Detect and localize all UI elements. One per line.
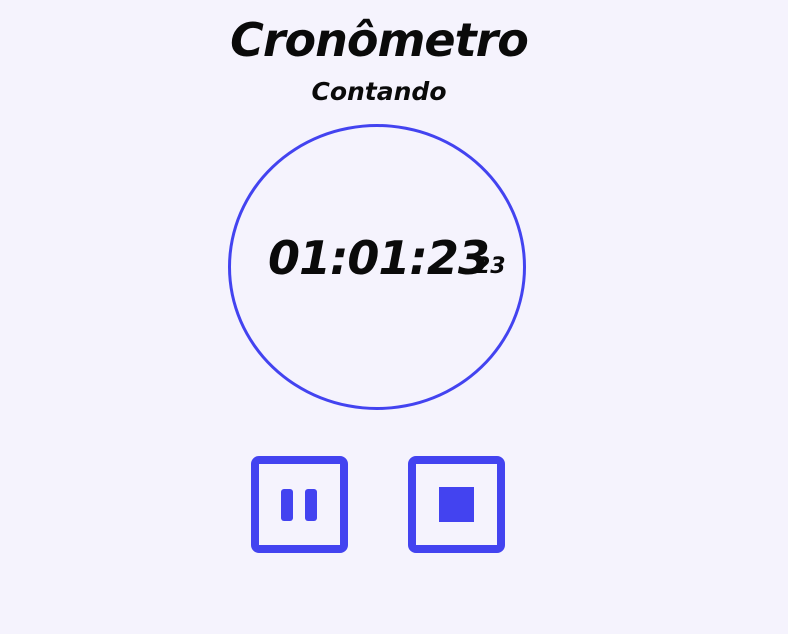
stop-button[interactable]	[408, 456, 505, 553]
timer-display: 01:01:23	[268, 231, 490, 285]
page-title: Cronômetro	[230, 13, 529, 67]
stop-icon-square	[439, 487, 474, 522]
pause-icon	[259, 464, 340, 545]
stop-icon	[416, 464, 497, 545]
pause-icon-bar-right	[305, 489, 317, 521]
pause-button[interactable]	[251, 456, 348, 553]
timer-centiseconds: 23	[475, 254, 506, 279]
timer-status: Contando	[311, 77, 447, 106]
pause-icon-bar-left	[281, 489, 293, 521]
